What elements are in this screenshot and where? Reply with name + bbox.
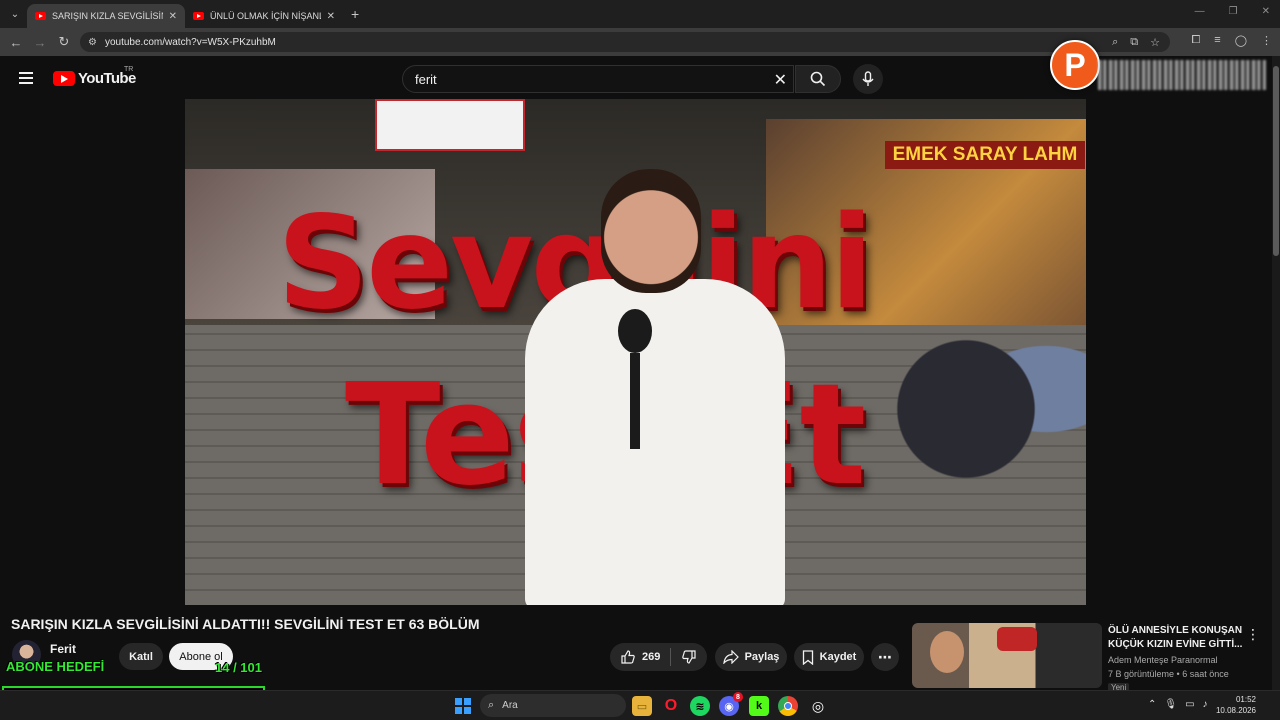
spotify-icon[interactable]: ≋ [690, 696, 710, 716]
dislike-button[interactable] [671, 643, 707, 671]
like-count: 269 [642, 651, 661, 663]
close-icon[interactable]: ✕ [169, 11, 177, 22]
clock[interactable]: 01:52 10.08.2026 [1216, 694, 1256, 716]
search-icon: ⌕ [488, 699, 495, 711]
recommended-video-thumbnail[interactable] [912, 623, 1102, 688]
video-banner [375, 99, 525, 151]
bookmark-icon [802, 649, 813, 665]
system-tray: ⌃ 🎙︎ ▭ ♪ [1148, 699, 1208, 710]
site-info-icon[interactable]: ⚙ [88, 37, 97, 48]
browser-menu-icon[interactable]: ⋮ [1261, 34, 1272, 47]
menu-icon[interactable] [19, 72, 33, 84]
microphone-icon [862, 71, 874, 86]
thumbs-down-icon [682, 650, 696, 664]
opera-icon[interactable]: O [661, 696, 681, 716]
voice-search-button[interactable] [853, 64, 883, 94]
blurred-header-area [1098, 60, 1266, 90]
youtube-play-icon [53, 71, 75, 86]
zoom-icon[interactable]: ⌕ [1112, 36, 1118, 49]
url-field[interactable]: ⚙ youtube.com/watch?v=W5X-PKzuhbM ⌕ ⧉ ☆ [80, 32, 1170, 52]
discord-icon[interactable]: ◉ 8 [719, 692, 743, 716]
share-label: Paylaş [744, 651, 780, 663]
new-tab-button[interactable]: + [351, 6, 359, 22]
share-button[interactable]: Paylaş [715, 643, 787, 671]
thumbs-up-icon [621, 650, 635, 664]
youtube-favicon-icon [193, 12, 204, 20]
back-icon[interactable]: ← [4, 35, 28, 50]
youtube-favicon-icon [35, 12, 46, 20]
forward-icon[interactable]: → [28, 35, 52, 50]
start-button[interactable] [455, 698, 471, 714]
microphone-tray-icon[interactable]: 🎙︎ [1164, 699, 1177, 710]
like-dislike-group: 269 [610, 643, 707, 671]
chrome-icon[interactable] [778, 696, 798, 716]
channel-name[interactable]: Ferit [50, 642, 76, 656]
kick-icon[interactable]: k [749, 696, 769, 716]
presenter-shirt [525, 279, 785, 605]
recommended-video-title[interactable]: ÖLÜ ANNESİYLE KONUŞAN KÜÇÜK KIZIN EVİNE … [1108, 624, 1243, 652]
recommended-channel-name[interactable]: Adem Menteşe Paranormal [1108, 655, 1218, 665]
like-button[interactable]: 269 [610, 643, 670, 671]
obs-icon[interactable]: ◎ [808, 696, 828, 716]
thumbnail-face [930, 631, 964, 673]
clock-time: 01:52 [1235, 695, 1256, 704]
youtube-logo[interactable]: YouTube TR [53, 66, 136, 87]
share-icon [722, 650, 739, 664]
reload-icon[interactable]: ↻ [52, 34, 76, 50]
profile-icon[interactable]: ◯ [1235, 34, 1247, 47]
thumbnail-object [997, 627, 1037, 651]
country-code: TR [124, 66, 134, 73]
network-icon[interactable]: ▭ [1185, 699, 1194, 710]
discord-badge: 8 [733, 692, 743, 702]
tab-inactive[interactable]: ÜNLÜ OLMAK İÇİN NİŞANLISINI ✕ [185, 4, 343, 28]
taskbar-search-placeholder: Ara [502, 700, 518, 711]
browser-tab-bar: ⌄ SARIŞIN KIZLA SEVGİLİSİNİ ALDATTI ✕ ÜN… [0, 0, 1280, 28]
minimize-icon[interactable]: — [1195, 6, 1205, 17]
tab-title: SARIŞIN KIZLA SEVGİLİSİNİ ALDATTI [52, 11, 163, 21]
tray-overflow-icon[interactable]: ⌃ [1148, 699, 1156, 710]
taskbar-search[interactable]: ⌕ Ara [480, 694, 626, 717]
window-controls: — ❐ ✕ [1195, 6, 1270, 17]
video-bystanders [886, 289, 1086, 489]
overlay-brand-logo: P [1050, 40, 1100, 90]
subscriber-goal-label: ABONE HEDEFİ [6, 659, 105, 674]
url-text: youtube.com/watch?v=W5X-PKzuhbM [104, 36, 276, 48]
join-button[interactable]: Katıl [119, 643, 163, 670]
video-shop-sign: EMEK SARAY LAHM [885, 141, 1085, 169]
bookmark-star-icon[interactable]: ☆ [1150, 36, 1160, 49]
file-explorer-icon[interactable]: ▭ [632, 696, 652, 716]
scrollbar-thumb[interactable] [1273, 66, 1279, 256]
page-scrollbar[interactable] [1272, 56, 1280, 690]
search-icon [810, 71, 826, 87]
close-window-icon[interactable]: ✕ [1262, 6, 1270, 17]
tab-title: ÜNLÜ OLMAK İÇİN NİŞANLISINI [210, 11, 321, 21]
save-button[interactable]: Kaydet [794, 643, 864, 671]
volume-icon[interactable]: ♪ [1203, 699, 1208, 710]
subscriber-goal-count: 14 / 101 [215, 660, 262, 675]
video-presenter [505, 169, 805, 605]
close-icon[interactable]: ✕ [327, 11, 335, 22]
video-player[interactable]: EMEK SARAY LAHM Sevgilini Test Et [185, 99, 1086, 605]
handheld-microphone [618, 309, 652, 449]
windows-taskbar: ⌕ Ara ▭ O ≋ ◉ 8 k ◎ ⌃ 🎙︎ ▭ ♪ 01:52 10.08… [0, 690, 1280, 720]
more-actions-button[interactable]: ⋯ [871, 643, 899, 671]
tab-active[interactable]: SARIŞIN KIZLA SEVGİLİSİNİ ALDATTI ✕ [27, 4, 185, 28]
clear-search-icon[interactable]: ✕ [774, 70, 787, 90]
search-button[interactable] [795, 65, 841, 93]
presenter-head [601, 169, 701, 293]
recommended-video-meta: 7 B görüntüleme • 6 saat önce [1108, 669, 1229, 679]
restore-icon[interactable]: ❐ [1229, 6, 1238, 17]
extensions-icon[interactable]: ⧠ [1191, 34, 1200, 47]
recommendation-menu-icon[interactable]: ⋮ [1246, 626, 1260, 643]
video-title: SARIŞIN KIZLA SEVGİLİSİNİ ALDATTI!! SEVG… [11, 616, 480, 632]
reading-list-icon[interactable]: ≡ [1214, 34, 1220, 47]
install-icon[interactable]: ⧉ [1130, 36, 1138, 49]
search-input[interactable]: ferit ✕ [402, 65, 794, 93]
tab-search-icon[interactable]: ⌄ [3, 3, 27, 25]
more-icon: ⋯ [878, 648, 892, 665]
save-label: Kaydet [819, 651, 857, 663]
clock-date: 10.08.2026 [1215, 706, 1256, 715]
search-value: ferit [415, 71, 437, 87]
